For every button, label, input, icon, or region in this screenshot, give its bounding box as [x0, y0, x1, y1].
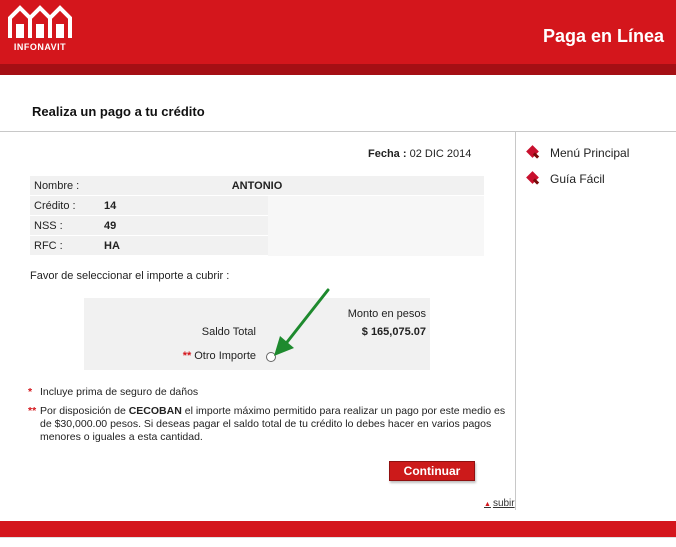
- app-title: Paga en Línea: [542, 26, 664, 46]
- bullet-diamond-icon: [526, 146, 540, 160]
- row-key: Crédito :: [34, 200, 76, 212]
- sidebar-item-label: Guía Fácil: [550, 172, 605, 186]
- table-row: Nombre : ANTONIO: [30, 176, 484, 196]
- header-stripe: [0, 64, 676, 75]
- bullet-diamond-icon: [526, 172, 540, 186]
- footer-strip: [0, 537, 676, 547]
- page-title: Realiza un pago a tu crédito: [32, 104, 205, 119]
- row-value: ANTONIO: [231, 180, 283, 192]
- footnote-2-prefix: Por disposición de: [40, 405, 129, 417]
- saldo-total-label: Saldo Total: [201, 326, 256, 338]
- date-label: Fecha :: [368, 148, 407, 160]
- row-value: 14: [104, 200, 117, 212]
- sidebar-item-label: Menú Principal: [550, 146, 630, 160]
- account-info-table: Nombre : ANTONIO Crédito : 14 NSS : 49 R…: [30, 176, 484, 256]
- sidebar-item-menu-principal[interactable]: Menú Principal: [526, 140, 629, 166]
- amount-selection-box: Monto en pesos Saldo Total $ 165,075.07 …: [84, 298, 430, 370]
- footnotes: * Incluye prima de seguro de daños ** Po…: [28, 386, 514, 444]
- saldo-total-row: Saldo Total $ 165,075.07: [84, 324, 430, 342]
- required-marker: **: [182, 350, 192, 362]
- otro-importe-label: Otro Importe: [194, 350, 256, 362]
- otro-importe-label-group: ** Otro Importe: [183, 350, 256, 362]
- row-value: HA: [104, 240, 120, 252]
- row-key: NSS :: [34, 220, 63, 232]
- back-to-top-link[interactable]: ▲ subir: [484, 498, 515, 509]
- divider: [0, 131, 676, 132]
- side-menu: Menú Principal Guía Fácil: [526, 140, 629, 192]
- logo-houses-icon: [8, 5, 72, 38]
- table-row: RFC : HA: [30, 236, 484, 256]
- logo-text: INFONAVIT: [13, 42, 67, 52]
- sidebar-divider: [515, 132, 516, 510]
- footnote-2: ** Por disposición de CECOBAN el importe…: [28, 405, 514, 444]
- footnote-2-bold: CECOBAN: [128, 405, 182, 417]
- infonavit-logo[interactable]: INFONAVIT: [6, 4, 74, 56]
- up-triangle-icon: ▲: [484, 501, 491, 508]
- footer-bar: [0, 521, 676, 537]
- footnote-1-text: Incluye prima de seguro de daños: [40, 386, 199, 398]
- sidebar-item-guia-facil[interactable]: Guía Fácil: [526, 166, 629, 192]
- green-arrow-icon: [274, 288, 330, 356]
- back-to-top-label: subir: [492, 498, 515, 509]
- row-key: RFC :: [34, 240, 63, 252]
- amount-column-header: Monto en pesos: [347, 308, 426, 320]
- select-instruction: Favor de seleccionar el importe a cubrir…: [30, 270, 230, 282]
- continue-button[interactable]: Continuar: [389, 461, 475, 481]
- header-bar: INFONAVIT Paga en Línea: [0, 0, 676, 64]
- row-blank-cell: [268, 196, 484, 216]
- row-blank-cell: [268, 216, 484, 236]
- date-value: 02 DIC 2014: [409, 148, 472, 160]
- table-row: Crédito : 14: [30, 196, 484, 216]
- row-blank-cell: [268, 236, 484, 256]
- date-line: Fecha : 02 DIC 2014: [368, 148, 471, 160]
- table-row: NSS : 49: [30, 216, 484, 236]
- footnote-1: * Incluye prima de seguro de daños: [28, 386, 514, 399]
- footnote-marker: **: [28, 405, 37, 417]
- footnote-marker: *: [28, 386, 33, 398]
- saldo-total-value: $ 165,075.07: [361, 326, 426, 338]
- row-value: 49: [104, 220, 117, 232]
